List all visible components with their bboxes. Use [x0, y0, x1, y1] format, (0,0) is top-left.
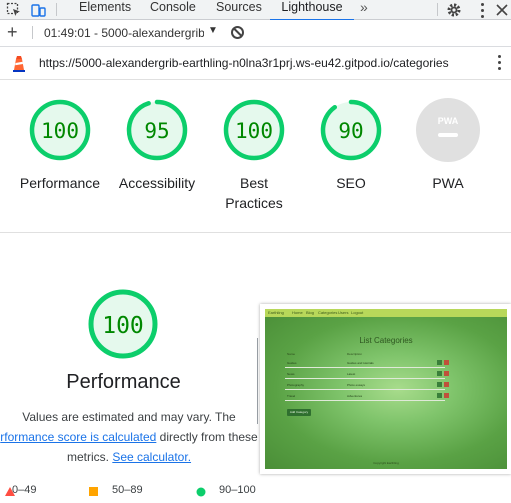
legend-range-label: 0–49: [12, 484, 37, 496]
legend-range-label: 90–100: [219, 484, 256, 496]
tab-elements[interactable]: Elements: [79, 0, 131, 19]
tab-sources[interactable]: Sources: [216, 0, 262, 19]
performance-score-value: 100: [41, 119, 79, 143]
legend-square-icon: [89, 487, 98, 496]
gauge-label-line: Best: [239, 175, 268, 191]
performance-label[interactable]: Performance: [10, 173, 110, 193]
thumbnail-table-cell: Adventures: [347, 394, 363, 398]
thumbnail-footer: Copyright Earthling: [373, 461, 399, 465]
desc-text-2: directly from these: [156, 430, 258, 444]
thumbnail-delete-button: [444, 382, 449, 387]
lighthouse-toolbar: + 01:49:01 - 5000-alexandergrib ▼: [0, 20, 511, 47]
pwa-gauge[interactable]: PWA: [416, 98, 480, 162]
performance-title: Performance: [66, 371, 181, 393]
page-url[interactable]: https://5000-alexandergrib-earthling-n0l…: [39, 56, 449, 70]
thumbnail-navbar: Earthling Home Blog Categories Users Log…: [265, 309, 507, 317]
performance-score-gauge: 100: [88, 289, 158, 359]
thumbnail-create-button: Add Category: [287, 409, 311, 416]
inspect-element-icon[interactable]: [6, 2, 22, 18]
thumbnail-table-cell: News: [287, 372, 295, 376]
thumbnail-delete-button: [444, 393, 449, 398]
url-menu-icon[interactable]: [498, 55, 502, 73]
legend-circle-icon: [196, 487, 206, 497]
devtools-tab-bar: Elements Console Sources Lighthouse »: [0, 0, 511, 21]
accessibility-score-value: 95: [144, 119, 169, 143]
new-report-button[interactable]: +: [7, 22, 18, 42]
pwa-label[interactable]: PWA: [398, 173, 498, 193]
toolbar-separator: [56, 3, 57, 16]
gauge-label-line: PWA: [432, 175, 464, 191]
thumbnail-table-cell: Guides: [287, 361, 297, 365]
thumbnail-delete-button: [444, 371, 449, 376]
gauge-label-line: Accessibility: [118, 175, 196, 191]
thumbnail-row-divider: [285, 400, 445, 401]
thumbnail-row-divider: [285, 389, 445, 390]
best-practices-label[interactable]: Best Practices: [204, 173, 304, 213]
thumbnail-row-divider: [285, 378, 445, 379]
thumbnail-nav-item: Home: [292, 310, 303, 315]
performance-gauge[interactable]: 100: [28, 98, 92, 162]
url-bar: https://5000-alexandergrib-earthling-n0l…: [0, 47, 511, 80]
seo-score-value: 90: [338, 119, 363, 143]
toolbar-separator: [32, 26, 33, 39]
chevron-down-icon[interactable]: ▼: [208, 25, 218, 36]
performance-description: Values are estimated and may vary. The r…: [0, 407, 258, 467]
thumbnail-table-cell: Photography: [287, 383, 305, 387]
thumbnail-brand: Earthling: [268, 310, 284, 315]
thumbnail-column-header: Description: [347, 352, 363, 356]
tab-console[interactable]: Console: [150, 0, 196, 19]
final-screenshot-thumbnail[interactable]: Earthling Home Blog Categories Users Log…: [260, 304, 511, 474]
accessibility-gauge[interactable]: 95: [125, 98, 189, 162]
thumbnail-delete-button: [444, 360, 449, 365]
thumbnail-nav-item: Blog: [306, 310, 315, 315]
gauge-label-line: Performance: [19, 175, 101, 191]
thumbnail-table-cell: Guides and tutorials: [347, 361, 374, 365]
thumbnail-edit-button: [437, 371, 442, 376]
accessibility-label[interactable]: Accessibility: [107, 173, 207, 193]
more-tabs-icon[interactable]: »: [360, 0, 368, 15]
desc-text-1: Values are estimated and may vary. The: [22, 410, 236, 424]
pwa-badge-background: [416, 98, 480, 162]
performance-score-value: 100: [102, 313, 144, 339]
screenshot-image: Earthling Home Blog Categories Users Log…: [265, 309, 507, 469]
thumbnail-edit-button: [437, 393, 442, 398]
desc-text-3: metrics.: [66, 450, 113, 464]
thumbnail-nav-item: Categories: [318, 310, 338, 315]
thumbnail-column-header: Name: [287, 352, 296, 356]
best-practices-gauge[interactable]: 100: [222, 98, 286, 162]
devtools-menu-icon[interactable]: [481, 3, 485, 21]
thumbnail-table-cell: Travel: [287, 394, 296, 398]
toolbar-separator: [437, 3, 438, 16]
gauge-label-line: Practices: [225, 195, 283, 211]
thumbnail-nav-item: Users: [338, 310, 349, 315]
thumbnail-edit-button: [437, 360, 442, 365]
thumbnail-nav-item: Logout: [351, 310, 364, 315]
seo-gauge[interactable]: 90: [319, 98, 383, 162]
see-calculator-link[interactable]: See calculator.: [112, 450, 191, 464]
section-divider: [0, 232, 511, 233]
device-toolbar-icon[interactable]: [30, 2, 46, 18]
lighthouse-logo-icon: [13, 56, 25, 72]
settings-gear-icon[interactable]: [446, 2, 462, 18]
legend-range-label: 50–89: [112, 484, 143, 496]
clear-reports-icon[interactable]: [231, 26, 244, 39]
pwa-dash-icon: [438, 133, 458, 137]
tab-lighthouse[interactable]: Lighthouse: [270, 0, 354, 21]
thumbnail-heading: List Categories: [359, 336, 413, 345]
score-calculated-link[interactable]: rformance score is calculated: [0, 430, 156, 444]
seo-label[interactable]: SEO: [301, 173, 401, 193]
close-icon[interactable]: [494, 2, 510, 18]
thumbnail-divider: [257, 338, 258, 424]
pwa-badge-text: PWA: [438, 116, 459, 126]
best-practices-score-value: 100: [235, 119, 273, 143]
thumbnail-table-cell: Latest: [347, 372, 356, 376]
thumbnail-table-cell: Photo essays: [347, 383, 366, 387]
report-selector[interactable]: 01:49:01 - 5000-alexandergrib: [44, 26, 204, 40]
thumbnail-row-divider: [285, 367, 445, 368]
thumbnail-edit-button: [437, 382, 442, 387]
gauge-label-line: SEO: [336, 175, 366, 191]
